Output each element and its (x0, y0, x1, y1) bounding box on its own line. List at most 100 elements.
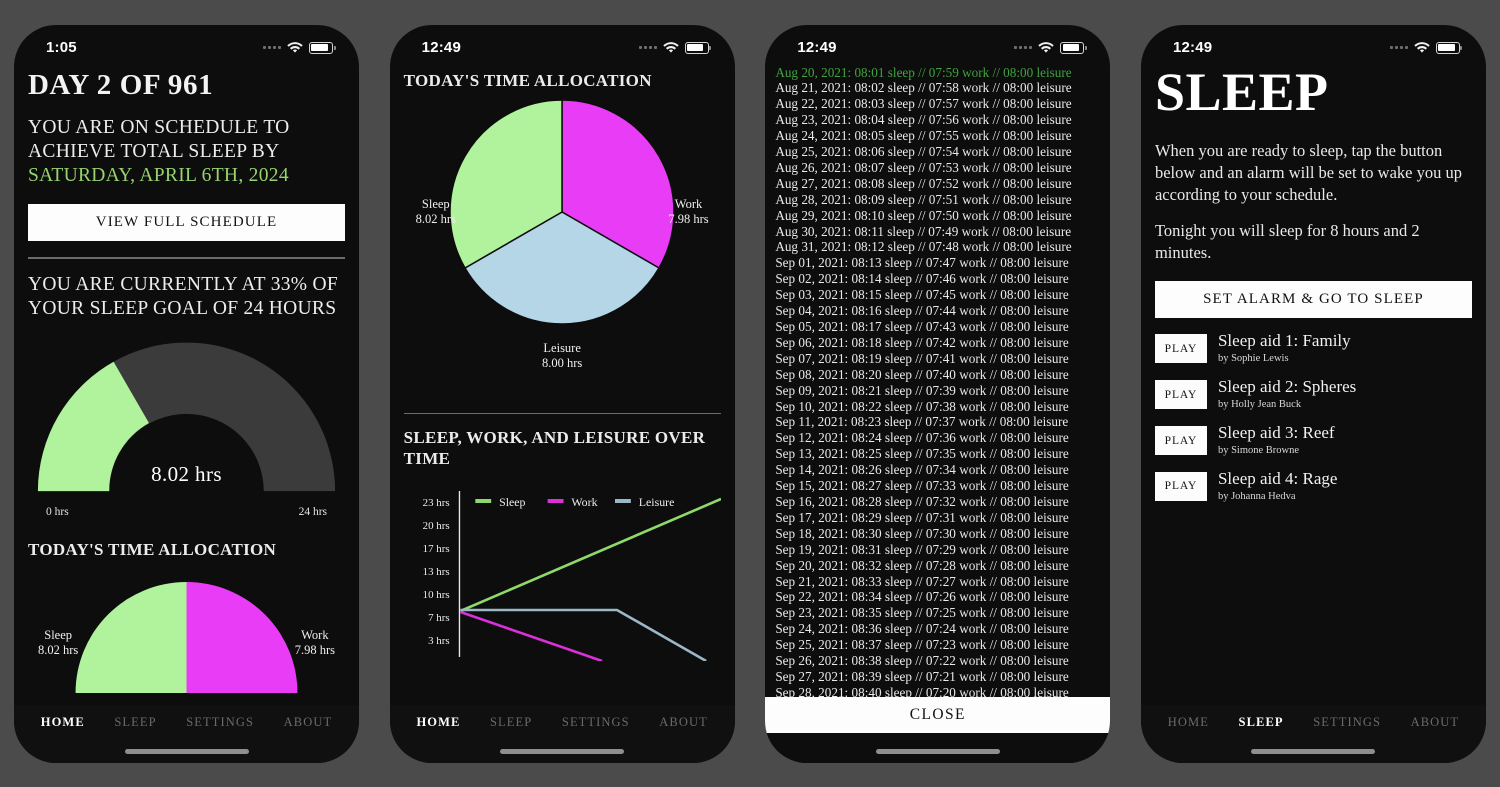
schedule-row: Sep 26, 2021: 08:38 sleep // 07:22 work … (775, 653, 1069, 669)
status-bar: 12:49 (390, 25, 735, 65)
sleep-aid-meta: Sleep aid 2: Spheres by Holly Jean Buck (1218, 378, 1356, 411)
half-pie-label-work-name: Work (301, 628, 329, 643)
line-series-work (459, 610, 603, 662)
schedule-row: Sep 05, 2021: 08:17 sleep // 07:43 work … (775, 319, 1069, 334)
phone-3-screen: 12:49 Aug 20, 2021: 08:01 sleep // 07:59… (765, 25, 1111, 763)
schedule-list[interactable]: Aug 20, 2021: 08:01 sleep // 07:59 work … (775, 65, 1104, 697)
schedule-row: Aug 23, 2021: 08:04 sleep // 07:56 work … (775, 112, 1072, 128)
home-indicator[interactable] (1251, 748, 1376, 754)
sleep-aid-title: Sleep aid 4: Rage (1217, 468, 1338, 488)
battery-icon (1435, 41, 1463, 54)
allocation-title: TODAY'S TIME ALLOCATION (28, 539, 277, 559)
schedule-list-container[interactable]: Aug 20, 2021: 08:01 sleep // 07:59 work … (765, 65, 1110, 697)
half-pie-slice-sleep (75, 582, 187, 694)
sleep-aid-meta: Sleep aid 3: Reef by Simone Browne (1217, 423, 1335, 457)
status-indicators (1389, 41, 1463, 54)
wifi-icon (287, 41, 303, 54)
schedule-row: Aug 26, 2021: 08:07 sleep // 07:53 work … (775, 159, 1072, 175)
status-indicators (1014, 41, 1087, 54)
sleep-aid-meta: Sleep aid 4: Rage by Johanna Hedva (1217, 468, 1338, 503)
sleep-aid-meta: Sleep aid 1: Family by Sophie Lewis (1218, 332, 1351, 365)
status-indicators (263, 41, 336, 54)
schedule-row: Sep 10, 2021: 08:22 sleep // 07:38 work … (775, 398, 1069, 414)
schedule-row: Sep 17, 2021: 08:29 sleep // 07:31 work … (775, 509, 1069, 525)
sleep-aid-title: Sleep aid 1: Family (1217, 331, 1351, 351)
status-indicators (638, 41, 712, 54)
battery-icon (309, 41, 336, 54)
nav-item-settings[interactable]: SETTINGS (186, 715, 254, 730)
nav-item-home[interactable]: HOME (41, 715, 85, 730)
pie-label-sleep-name: Sleep (421, 196, 450, 211)
schedule-row: Sep 07, 2021: 08:19 sleep // 07:41 work … (775, 350, 1069, 366)
phone-1-home: 1:05 DAY 2 OF 961 YOU ARE ON SCHEDULE TO… (14, 24, 359, 763)
view-full-schedule-button[interactable]: VIEW FULL SCHEDULE (28, 204, 345, 242)
schedule-row: Aug 20, 2021: 08:01 sleep // 07:59 work … (775, 64, 1072, 80)
nav-item-sleep[interactable]: SLEEP (490, 715, 532, 730)
page-title: SLEEP (1154, 64, 1329, 122)
nav-item-settings[interactable]: SETTINGS (562, 715, 630, 730)
schedule-row: Aug 24, 2021: 08:05 sleep // 07:55 work … (775, 128, 1072, 144)
pie-label-work-value: 7.98 hrs (668, 211, 709, 226)
schedule-row: Sep 01, 2021: 08:13 sleep // 07:47 work … (775, 255, 1069, 271)
status-time: 12:49 (421, 39, 462, 56)
schedule-row: Sep 06, 2021: 08:18 sleep // 07:42 work … (775, 334, 1069, 350)
half-pie-label-sleep-value: 8.02 hrs (38, 642, 79, 657)
cellular-dots-icon (638, 46, 657, 49)
nav-item-about[interactable]: ABOUT (659, 715, 708, 730)
nav-item-about[interactable]: ABOUT (284, 715, 333, 730)
phone-3-full-schedule: 12:49 Aug 20, 2021: 08:01 sleep // 07:59… (765, 24, 1111, 763)
play-button[interactable]: PLAY (1154, 380, 1207, 410)
play-button[interactable]: PLAY (1154, 426, 1207, 456)
schedule-row: Sep 14, 2021: 08:26 sleep // 07:34 work … (775, 462, 1069, 478)
bottom-nav: HOME SLEEP SETTINGS ABOUT (1140, 704, 1486, 763)
sleep-aid-row: PLAY Sleep aid 4: Rage by Johanna Hedva (1154, 468, 1472, 503)
schedule-row: Sep 27, 2021: 08:39 sleep // 07:21 work … (775, 668, 1069, 684)
schedule-row: Sep 23, 2021: 08:35 sleep // 07:25 work … (775, 605, 1069, 621)
status-time: 1:05 (46, 39, 77, 56)
nav-item-about[interactable]: ABOUT (1411, 715, 1460, 730)
gauge-axis-labels: 0 hrs 24 hrs (28, 503, 345, 518)
schedule-row: Sep 21, 2021: 08:33 sleep // 07:27 work … (775, 573, 1069, 589)
wifi-icon (1414, 41, 1430, 54)
home-indicator[interactable] (875, 748, 1000, 754)
nav-item-sleep[interactable]: SLEEP (1239, 715, 1284, 730)
sleep-instructions: When you are ready to sleep, tap the but… (1154, 140, 1462, 204)
play-button[interactable]: PLAY (1154, 334, 1207, 364)
home-indicator[interactable] (500, 748, 625, 754)
schedule-row: Sep 28, 2021: 08:40 sleep // 07:20 work … (775, 684, 1069, 697)
play-button[interactable]: PLAY (1154, 471, 1207, 501)
schedule-status-line2: ACHIEVE TOTAL SLEEP BY (28, 140, 280, 162)
phone-1-content: DAY 2 OF 961 YOU ARE ON SCHEDULE TO ACHI… (14, 65, 359, 705)
half-pie-slice-work (186, 582, 298, 694)
sleep-goal-text: YOU ARE CURRENTLY AT 33% OF YOUR SLEEP G… (28, 273, 339, 319)
nav-item-home[interactable]: HOME (1168, 715, 1209, 730)
phone-1-screen: 1:05 DAY 2 OF 961 YOU ARE ON SCHEDULE TO… (14, 25, 359, 763)
svg-text:17 hrs: 17 hrs (422, 543, 449, 555)
nav-item-settings[interactable]: SETTINGS (1313, 715, 1381, 730)
bottom-nav: HOME SLEEP SETTINGS ABOUT (14, 704, 359, 763)
nav-item-sleep[interactable]: SLEEP (114, 715, 156, 730)
pie-label-leisure: Leisure 8.00 hrs (542, 341, 582, 371)
set-alarm-button[interactable]: SET ALARM & GO TO SLEEP (1154, 281, 1472, 319)
bottom-nav: HOME SLEEP SETTINGS ABOUT (389, 704, 735, 763)
wifi-icon (662, 41, 679, 54)
svg-text:7 hrs: 7 hrs (428, 612, 449, 624)
sleep-aid-author: by Simone Browne (1217, 444, 1300, 456)
line-chart-title: SLEEP, WORK, AND LEISURE OVER TIME (403, 428, 706, 468)
close-button[interactable]: CLOSE (765, 696, 1111, 733)
sleep-aid-list: PLAY Sleep aid 1: Family by Sophie Lewis PL… (1154, 332, 1472, 503)
nav-item-home[interactable]: HOME (416, 715, 460, 730)
svg-text:13 hrs: 13 hrs (422, 566, 449, 578)
status-bar: 12:49 (1141, 25, 1486, 65)
schedule-row: Aug 27, 2021: 08:08 sleep // 07:52 work … (775, 175, 1072, 191)
sleep-work-leisure-line-chart: 23 hrs 20 hrs 17 hrs 13 hrs 10 hrs 7 hrs… (404, 483, 721, 662)
pie-label-work: Work 7.98 hrs (668, 197, 708, 227)
cellular-dots-icon (1389, 46, 1408, 49)
home-indicator[interactable] (124, 748, 249, 754)
status-bar: 12:49 (765, 25, 1110, 65)
battery-icon (1060, 41, 1087, 54)
half-pie-label-sleep: Sleep 8.02 hrs (38, 628, 78, 657)
schedule-row: Sep 19, 2021: 08:31 sleep // 07:29 work … (775, 541, 1069, 557)
sleep-aid-row: PLAY Sleep aid 2: Spheres by Holly Jean Bu… (1154, 378, 1472, 411)
schedule-row: Sep 02, 2021: 08:14 sleep // 07:46 work … (775, 271, 1069, 287)
